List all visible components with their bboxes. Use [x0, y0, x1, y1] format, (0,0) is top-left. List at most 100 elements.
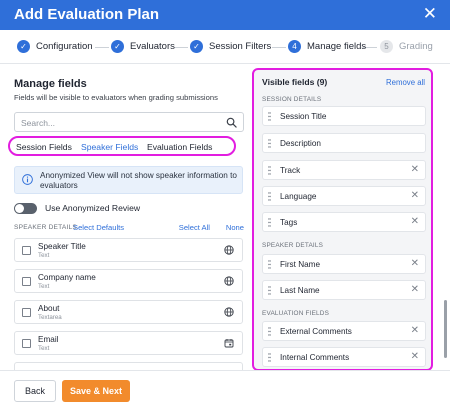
tab-evaluation-fields[interactable]: Evaluation Fields	[147, 142, 212, 152]
remove-field-icon[interactable]: ✕	[411, 284, 419, 295]
drag-handle-icon[interactable]	[268, 353, 271, 362]
info-text: Anonymized View will not show speaker in…	[40, 171, 237, 190]
info-banner: Anonymized View will not show speaker in…	[14, 166, 243, 194]
step-label: Configuration	[36, 41, 93, 52]
field-name: First Name	[280, 260, 321, 269]
check-icon: ✓	[111, 40, 124, 53]
field-option[interactable]: Speaker Title Text	[14, 238, 243, 262]
field-checkbox[interactable]	[22, 277, 31, 286]
step-connector	[272, 47, 286, 48]
field-option[interactable]: Company name Text	[14, 269, 243, 293]
anonymized-toggle[interactable]	[14, 202, 37, 214]
step-manage-fields[interactable]: 4 Manage fields	[288, 40, 366, 53]
field-option[interactable]: Email Text	[14, 331, 243, 355]
select-defaults-link[interactable]: Select Defaults	[73, 223, 124, 232]
step-grading[interactable]: 5 Grading	[380, 40, 433, 53]
tab-session-fields[interactable]: Session Fields	[16, 142, 72, 152]
visible-field[interactable]: Session Title	[262, 106, 426, 126]
field-checkbox[interactable]	[22, 246, 31, 255]
drag-handle-icon[interactable]	[268, 286, 271, 295]
section-label: EVALUATION FIELDS	[262, 310, 330, 317]
visible-fields-panel: Visible fields (9) Remove all SESSION DE…	[252, 68, 433, 371]
field-type: Text	[38, 345, 50, 352]
drag-handle-icon[interactable]	[268, 218, 271, 227]
field-checkbox[interactable]	[22, 339, 31, 348]
select-all-link[interactable]: Select All	[179, 223, 210, 232]
step-number: 5	[380, 40, 393, 53]
drag-handle-icon[interactable]	[268, 166, 271, 175]
step-evaluators[interactable]: ✓ Evaluators	[111, 40, 175, 53]
visible-fields-title: Visible fields (9)	[262, 77, 328, 87]
field-name: Email	[38, 335, 59, 344]
visible-field[interactable]: Last Name ✕	[262, 280, 426, 300]
field-checkbox[interactable]	[22, 308, 31, 317]
step-configuration[interactable]: ✓ Configuration	[17, 40, 93, 53]
visible-field[interactable]: External Comments ✕	[262, 321, 426, 341]
dialog-footer: Back Save & Next	[0, 370, 450, 408]
field-type-tabs: Session Fields Speaker Fields Evaluation…	[8, 136, 236, 156]
calendar-icon	[224, 339, 234, 348]
scrollbar[interactable]	[444, 300, 447, 358]
remove-field-icon[interactable]: ✕	[411, 351, 419, 362]
step-session-filters[interactable]: ✓ Session Filters	[190, 40, 271, 53]
remove-field-icon[interactable]: ✕	[411, 258, 419, 269]
remove-all-link[interactable]: Remove all	[386, 78, 425, 87]
info-icon	[22, 174, 33, 185]
field-type: Text	[38, 283, 50, 290]
anonymized-toggle-row: Use Anonymized Review	[14, 201, 140, 215]
save-next-button[interactable]: Save & Next	[62, 380, 130, 402]
search-icon[interactable]	[226, 117, 237, 128]
section-label: SPEAKER DETAILS	[14, 224, 77, 231]
step-label: Grading	[399, 41, 433, 52]
visible-field[interactable]: Language ✕	[262, 186, 426, 206]
remove-field-icon[interactable]: ✕	[411, 190, 419, 201]
field-name: Speaker Title	[38, 242, 86, 251]
remove-field-icon[interactable]: ✕	[411, 216, 419, 227]
step-label: Manage fields	[307, 41, 367, 52]
section-subtitle: Fields will be visible to evaluators whe…	[14, 93, 218, 102]
visible-field[interactable]: Track ✕	[262, 160, 426, 180]
visible-field[interactable]: Description	[262, 133, 426, 153]
field-name: Internal Comments	[280, 353, 350, 362]
visible-field[interactable]: Internal Comments ✕	[262, 347, 426, 367]
remove-field-icon[interactable]: ✕	[411, 325, 419, 336]
remove-field-icon[interactable]: ✕	[411, 164, 419, 175]
field-type: Textarea	[38, 314, 62, 321]
visible-field[interactable]: First Name ✕	[262, 254, 426, 274]
search-input[interactable]	[21, 115, 211, 131]
section-label: SPEAKER DETAILS	[262, 242, 324, 249]
section-heading: Manage fields	[14, 78, 87, 90]
drag-handle-icon[interactable]	[268, 192, 271, 201]
tab-speaker-fields[interactable]: Speaker Fields	[81, 142, 138, 152]
visible-field[interactable]: Tags ✕	[262, 212, 426, 232]
search-box	[14, 112, 244, 132]
field-name: Company name	[38, 273, 96, 282]
toggle-label: Use Anonymized Review	[45, 203, 141, 213]
field-name: Description	[280, 139, 321, 148]
globe-icon	[224, 276, 234, 286]
speaker-details-header: SPEAKER DETAILS Select Defaults Select A…	[14, 222, 244, 234]
field-type: Text	[38, 252, 50, 259]
drag-handle-icon[interactable]	[268, 112, 271, 121]
step-connector	[174, 47, 188, 48]
step-label: Evaluators	[130, 41, 175, 52]
field-name: External Comments	[280, 327, 352, 336]
field-name: Last Name	[280, 286, 320, 295]
field-option[interactable]: About Textarea	[14, 300, 243, 324]
field-name: Language	[280, 192, 317, 201]
dialog-title: Add Evaluation Plan	[14, 6, 160, 23]
dialog-header: Add Evaluation Plan ✕	[0, 0, 450, 30]
drag-handle-icon[interactable]	[268, 260, 271, 269]
select-none-link[interactable]: None	[226, 223, 244, 232]
section-label: SESSION DETAILS	[262, 96, 322, 103]
drag-handle-icon[interactable]	[268, 327, 271, 336]
back-button[interactable]: Back	[14, 380, 56, 402]
field-name: Tags	[280, 218, 298, 227]
check-icon: ✓	[17, 40, 30, 53]
check-icon: ✓	[190, 40, 203, 53]
close-icon[interactable]: ✕	[423, 5, 437, 22]
globe-icon	[224, 245, 234, 255]
manage-fields-panel: Manage fields Fields will be visible to …	[8, 76, 246, 386]
drag-handle-icon[interactable]	[268, 139, 271, 148]
field-name: Track	[280, 166, 301, 175]
